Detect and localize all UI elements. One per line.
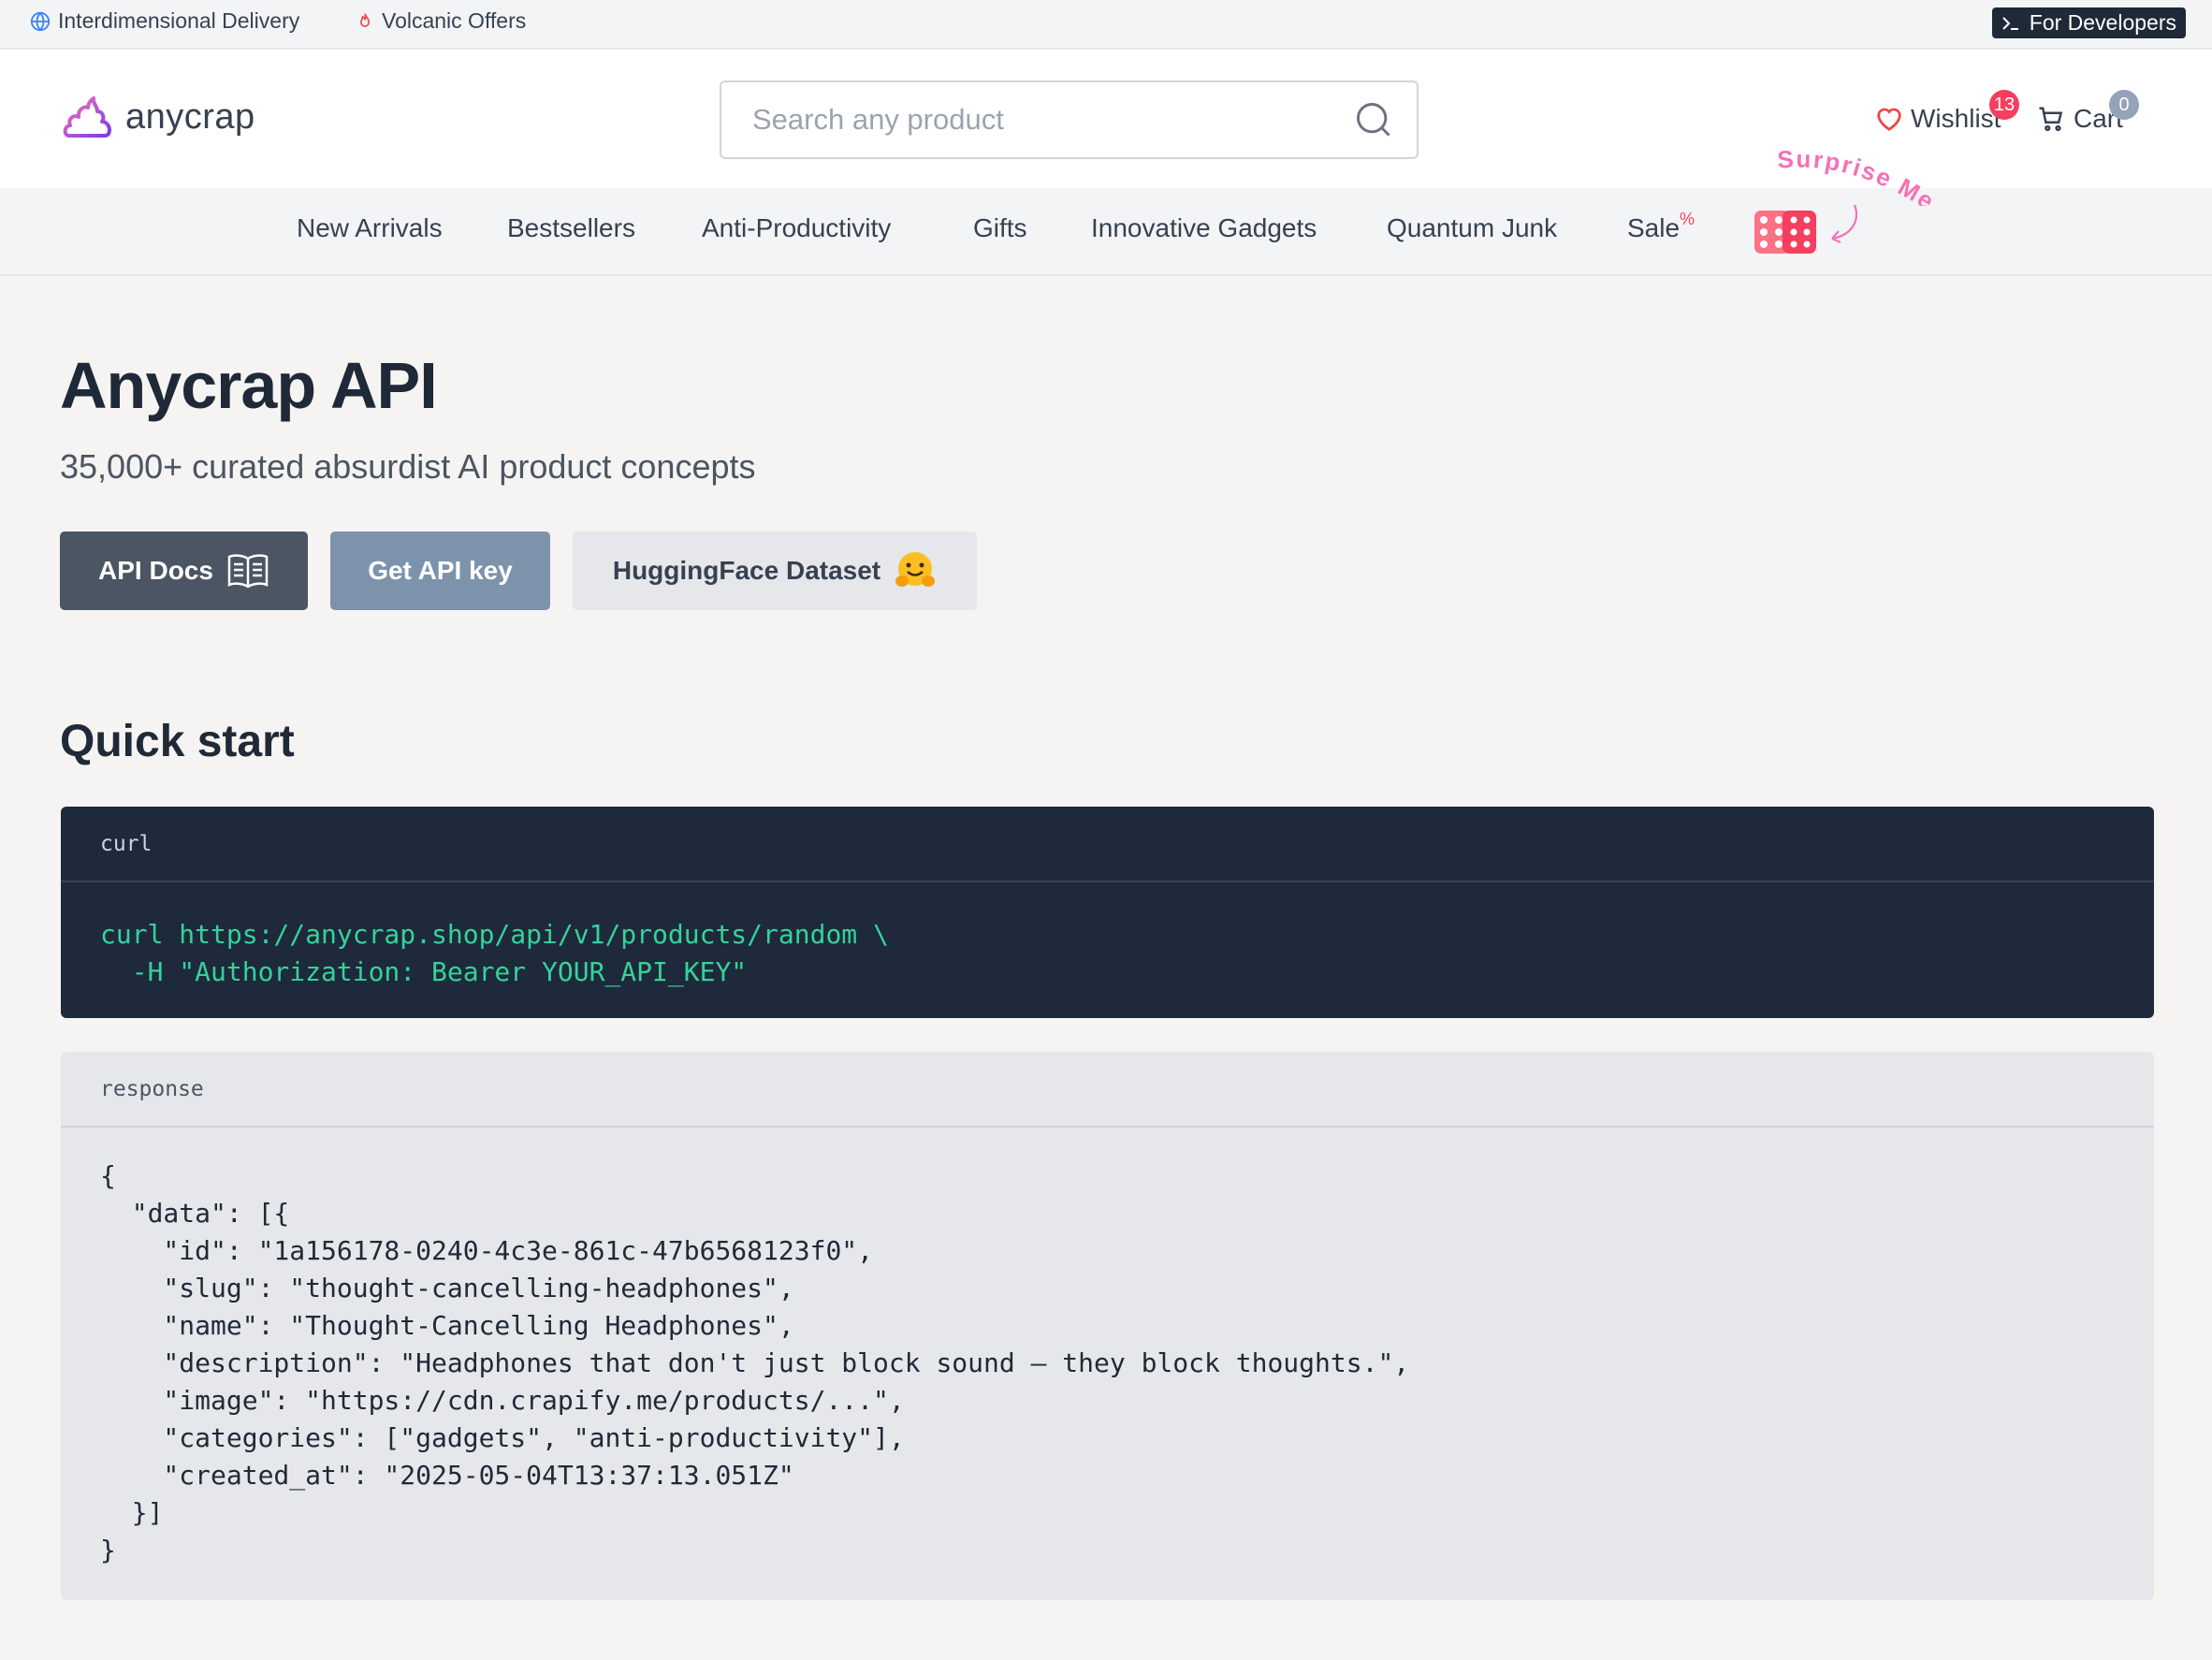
globe-icon [30, 11, 51, 31]
search-box [720, 80, 1419, 159]
response-label: response [61, 1052, 2154, 1128]
offers-link[interactable]: Volcanic Offers [356, 8, 526, 34]
surprise-me-text: Surprise Me [1776, 145, 1938, 206]
nav-item-anti-productivity[interactable]: Anti-Productivity [702, 213, 891, 243]
wishlist-label: Wishlist [1911, 104, 2001, 133]
wishlist-count-badge: 13 [1989, 90, 2019, 120]
quick-start-heading: Quick start [60, 717, 295, 766]
response-code: { "data": [{ "id": "1a156178-0240-4c3e-8… [100, 1160, 1410, 1565]
logo-text: anycrap [125, 96, 255, 137]
offers-label: Volcanic Offers [382, 8, 527, 33]
heart-icon [1877, 108, 1901, 131]
page-subtitle: 35,000+ curated absurdist AI product con… [60, 447, 756, 486]
response-code-block: response { "data": [{ "id": "1a156178-02… [61, 1052, 2154, 1600]
nav-item-new-arrivals[interactable]: New Arrivals [297, 213, 443, 243]
curl-code: curl https://anycrap.shop/api/v1/product… [100, 919, 889, 987]
cart-icon [2039, 107, 2063, 132]
cart-count-badge: 0 [2109, 90, 2139, 120]
huggingface-dataset-label: HuggingFace Dataset [612, 556, 881, 585]
sale-percent-mark: % [1680, 210, 1695, 228]
nav-item-quantum-junk[interactable]: Quantum Junk [1387, 213, 1557, 243]
terminal-icon [2002, 16, 2018, 30]
search-input[interactable] [721, 82, 1330, 157]
search-icon[interactable] [1353, 99, 1394, 140]
top-utility-bar: Interdimensional Delivery Volcanic Offer… [0, 0, 2212, 50]
hugging-face-icon [895, 552, 936, 587]
for-developers-label: For Developers [2029, 10, 2176, 35]
curved-arrow-icon [1831, 204, 1857, 244]
svg-text:Surprise Me: Surprise Me [1776, 145, 1940, 206]
curl-code-block: curl curl https://anycrap.shop/api/v1/pr… [61, 807, 2154, 1018]
wishlist-link[interactable]: Wishlist [1875, 104, 2001, 134]
huggingface-dataset-button[interactable]: HuggingFace Dataset [573, 531, 977, 610]
get-api-key-button[interactable]: Get API key [330, 531, 550, 610]
nav-item-innovative-gadgets[interactable]: Innovative Gadgets [1091, 213, 1317, 243]
sale-label: Sale [1627, 213, 1681, 242]
for-developers-button[interactable]: For Developers [1991, 7, 2186, 38]
open-book-icon [227, 554, 269, 589]
logo-icon [63, 96, 111, 138]
get-api-key-label: Get API key [368, 556, 513, 585]
api-docs-button[interactable]: API Docs [60, 531, 308, 610]
dice-icon[interactable] [1753, 209, 1818, 255]
delivery-link[interactable]: Interdimensional Delivery [30, 8, 299, 34]
page-title: Anycrap API [60, 349, 438, 422]
logo[interactable]: anycrap [62, 95, 255, 139]
delivery-label: Interdimensional Delivery [58, 8, 300, 33]
flame-icon [359, 12, 371, 27]
api-docs-label: API Docs [98, 556, 213, 585]
nav-item-sale[interactable]: Sale% [1627, 210, 1695, 243]
curl-label: curl [61, 807, 2154, 882]
nav-item-bestsellers[interactable]: Bestsellers [507, 213, 635, 243]
surprise-me-label: Surprise Me [1776, 145, 1940, 206]
nav-item-gifts[interactable]: Gifts [973, 213, 1027, 243]
